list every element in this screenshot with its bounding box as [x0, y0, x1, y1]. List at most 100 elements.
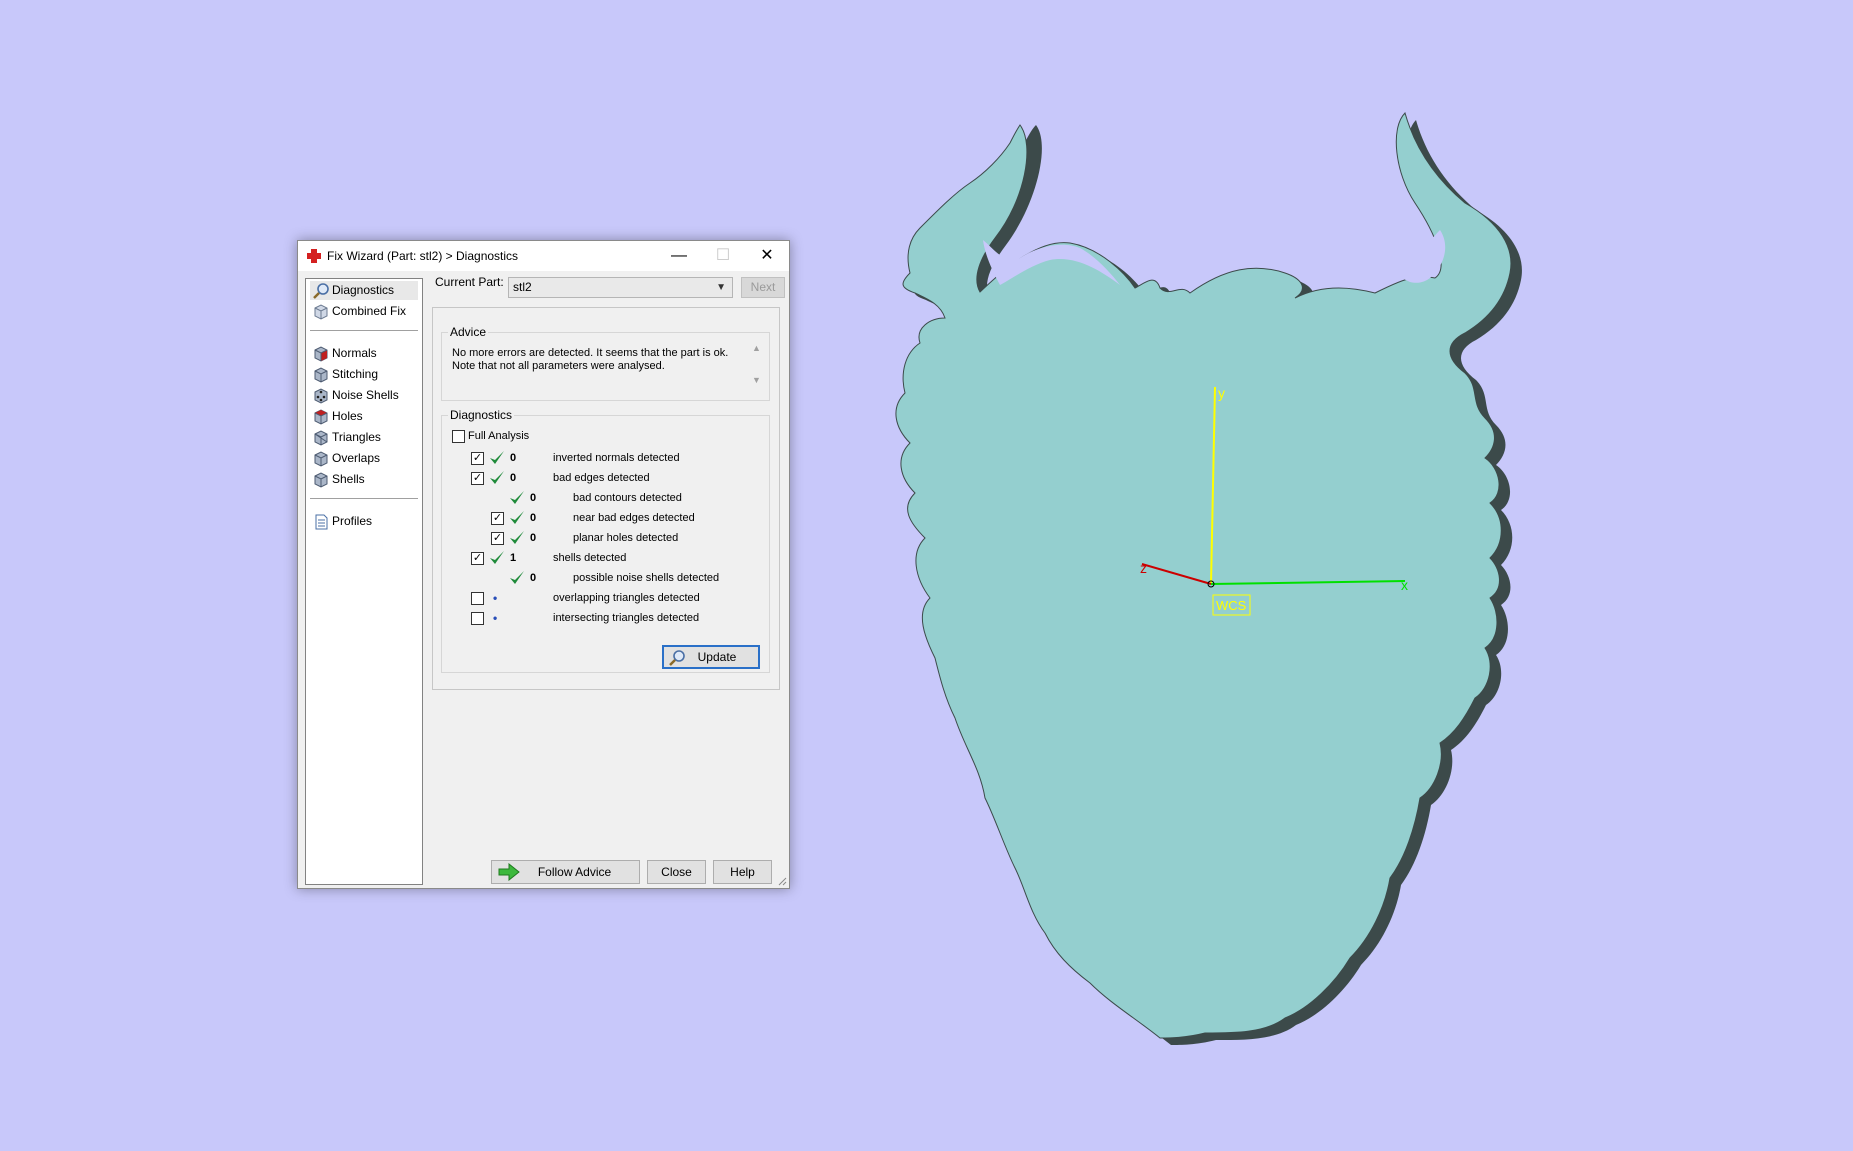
magnifier-icon: [313, 283, 329, 299]
green-check-icon: [510, 511, 524, 524]
red-cross-icon: [307, 249, 321, 263]
diagnostic-count: 0: [530, 572, 537, 584]
title-bar[interactable]: Fix Wizard (Part: stl2) > Diagnostics — …: [298, 241, 789, 271]
diagnostic-checkbox[interactable]: [471, 592, 484, 605]
nav-item-triangles[interactable]: Triangles: [310, 428, 418, 447]
green-check-icon: [510, 491, 524, 504]
diagnostic-checkbox[interactable]: ✓: [491, 512, 504, 525]
nav-item-label: Noise Shells: [332, 388, 399, 402]
bison-head-model[interactable]: [895, 112, 1522, 1045]
nav-divider: [310, 330, 418, 331]
diagnostic-count: 1: [510, 552, 517, 564]
diagnostic-checkbox[interactable]: ✓: [471, 452, 484, 465]
nav-item-normals[interactable]: Normals: [310, 344, 418, 363]
cube-icon: [314, 430, 328, 446]
diagnostic-text: planar holes detected: [573, 532, 679, 544]
diagnostic-count: 0: [530, 492, 537, 504]
advice-line: Note that not all parameters were analys…: [452, 360, 665, 372]
nav-item-shells[interactable]: Shells: [310, 470, 418, 489]
close-window-button[interactable]: ✕: [745, 241, 789, 271]
next-button[interactable]: Next: [741, 277, 785, 298]
green-check-icon: [490, 551, 504, 564]
full-analysis-checkbox[interactable]: [452, 430, 465, 443]
advice-title: Advice: [448, 325, 489, 339]
cube-red-face-icon: [314, 409, 328, 425]
nav-item-overlaps[interactable]: Overlaps: [310, 449, 418, 468]
nav-item-label: Overlaps: [332, 451, 381, 465]
nav-item-noise-shells[interactable]: Noise Shells: [310, 386, 418, 405]
nav-item-label: Triangles: [332, 430, 381, 444]
nav-divider: [310, 498, 418, 499]
advice-scrollbar[interactable]: ▲ ▼: [751, 343, 763, 385]
wcs-label: WCS: [1216, 598, 1247, 613]
diagnostic-text: bad contours detected: [573, 492, 682, 504]
maximize-button[interactable]: ☐: [701, 241, 745, 271]
diagnostic-text: shells detected: [553, 552, 627, 564]
nav-item-holes[interactable]: Holes: [310, 407, 418, 426]
resize-grip-icon[interactable]: [777, 876, 787, 886]
scroll-down-icon[interactable]: ▼: [752, 375, 761, 385]
diagnostic-text: possible noise shells detected: [573, 572, 720, 584]
follow-advice-label: Follow Advice: [537, 865, 612, 879]
full-analysis-label: Full Analysis: [468, 430, 530, 442]
fix-wizard-dialog: Fix Wizard (Part: stl2) > Diagnostics — …: [297, 240, 790, 889]
diagnostic-checkbox[interactable]: ✓: [471, 472, 484, 485]
diagnostics-group: Diagnostics Full Analysis ✓ 0 inverted nor…: [441, 408, 770, 673]
diagnostic-text: near bad edges detected: [573, 512, 695, 524]
nav-item-label: Combined Fix: [332, 304, 407, 318]
nav-item-label: Holes: [332, 409, 363, 423]
diagnostic-count: 0: [530, 532, 537, 544]
help-button[interactable]: Help: [713, 860, 772, 884]
green-check-icon: [510, 571, 524, 584]
scroll-up-icon[interactable]: ▲: [752, 343, 761, 353]
close-button[interactable]: Close: [647, 860, 706, 884]
nav-item-diagnostics[interactable]: Diagnostics: [310, 281, 418, 300]
diagnostic-text: inverted normals detected: [553, 452, 680, 464]
green-arrow-icon: [498, 863, 520, 881]
axis-x-label: x: [1401, 577, 1408, 593]
nav-item-profiles[interactable]: Profiles: [310, 512, 418, 531]
axis-z-label: z: [1140, 560, 1147, 576]
current-part-select[interactable]: stl2 ▼: [508, 277, 733, 298]
cube-red-face-icon: [314, 346, 328, 362]
document-icon: [315, 514, 328, 530]
nav-item-combined-fix[interactable]: Combined Fix: [310, 302, 418, 321]
nav-item-label: Profiles: [332, 514, 373, 528]
advice-group: Advice No more errors are detected. It s…: [441, 325, 770, 401]
nav-item-label: Stitching: [332, 367, 379, 381]
diagnostic-checkbox[interactable]: ✓: [491, 532, 504, 545]
follow-advice-button[interactable]: Follow Advice: [491, 860, 640, 884]
dice-icon: [314, 388, 328, 404]
minimize-button[interactable]: —: [657, 241, 701, 271]
cube-icon: [314, 472, 328, 488]
cube-icon: [314, 304, 328, 320]
green-check-icon: [490, 451, 504, 464]
wizard-nav-panel: Diagnostics Combined Fix Normals Stitchi…: [305, 278, 423, 885]
window-title: Fix Wizard (Part: stl2) > Diagnostics: [327, 249, 519, 263]
update-button[interactable]: Update: [662, 645, 760, 669]
pending-dot: •: [493, 611, 498, 625]
green-check-icon: [490, 471, 504, 484]
diagnostic-text: bad edges detected: [553, 472, 650, 484]
diagnostic-count: 0: [530, 512, 537, 524]
3d-viewport[interactable]: y x z WCS: [0, 0, 1853, 1151]
diagnostic-checkbox[interactable]: ✓: [471, 552, 484, 565]
cube-icon: [314, 367, 328, 383]
chevron-down-icon: ▼: [716, 282, 726, 293]
diagnostic-checkbox[interactable]: [471, 612, 484, 625]
nav-item-label: Shells: [332, 472, 365, 486]
current-part-label: Current Part:: [435, 275, 504, 289]
advice-text: No more errors are detected. It seems th…: [452, 347, 742, 373]
nav-item-label: Normals: [332, 346, 377, 360]
axis-y-label: y: [1218, 385, 1225, 401]
nav-item-label: Diagnostics: [332, 283, 395, 297]
advice-line: No more errors are detected. It seems th…: [452, 347, 729, 359]
nav-item-stitching[interactable]: Stitching: [310, 365, 418, 384]
diagnostic-text: overlapping triangles detected: [553, 592, 700, 604]
cube-icon: [314, 451, 328, 467]
diagnostic-text: intersecting triangles detected: [553, 612, 700, 624]
current-part-value: stl2: [513, 280, 532, 294]
diagnostics-panel: Advice No more errors are detected. It s…: [432, 307, 780, 690]
pending-dot: •: [493, 591, 498, 605]
diagnostic-count: 0: [510, 472, 517, 484]
